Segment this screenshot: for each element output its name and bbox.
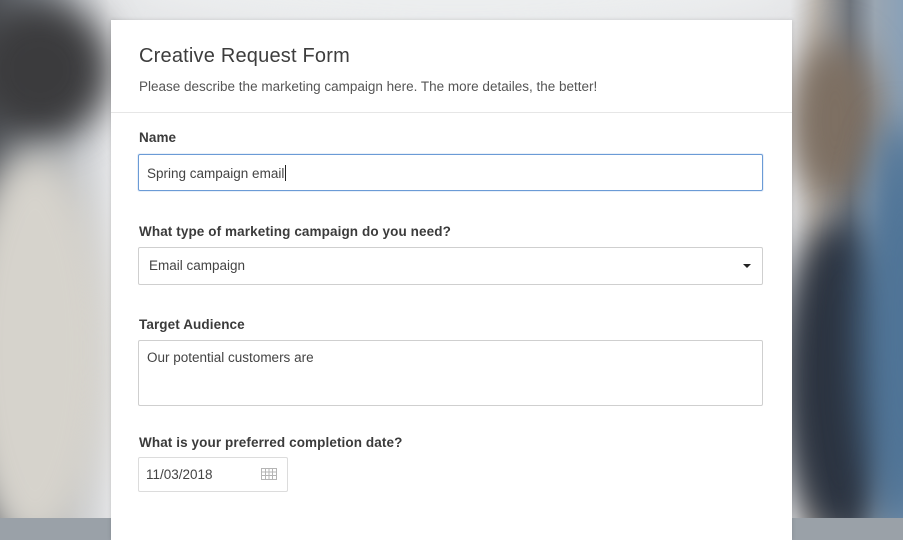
target-audience-textarea[interactable]: Our potential customers are [138,340,763,406]
chevron-down-icon [743,264,751,268]
form-card: Creative Request Form Please describe th… [111,20,792,540]
completion-date-label: What is your preferred completion date? [139,435,403,450]
target-audience-label: Target Audience [139,317,245,332]
completion-date-input[interactable]: 11/03/2018 [138,457,288,492]
target-audience-value: Our potential customers are [147,350,314,365]
name-input[interactable]: Spring campaign email [138,154,763,191]
calendar-icon[interactable] [261,468,277,480]
text-cursor [285,165,287,181]
campaign-type-label: What type of marketing campaign do you n… [139,224,451,239]
form-title: Creative Request Form [139,45,350,67]
campaign-type-selected: Email campaign [149,258,246,273]
form-header: Creative Request Form Please describe th… [111,20,792,113]
name-input-value: Spring campaign email [147,166,285,181]
form-description: Please describe the marketing campaign h… [139,79,598,94]
campaign-type-select[interactable]: Email campaign [138,247,763,285]
name-label: Name [139,130,177,145]
completion-date-value: 11/03/2018 [146,467,213,482]
